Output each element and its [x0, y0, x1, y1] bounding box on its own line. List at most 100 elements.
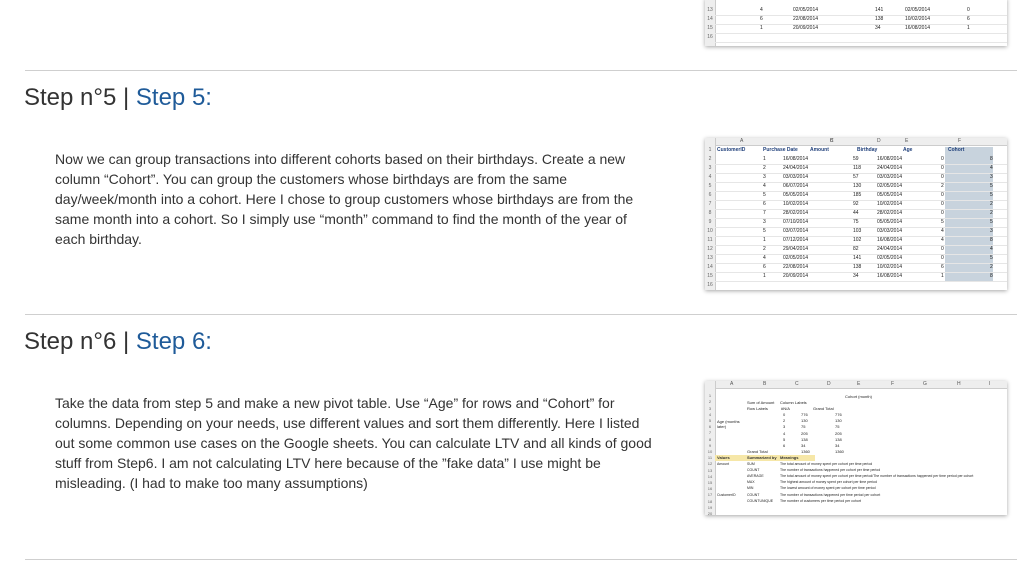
cell: 02/05/2014 — [877, 183, 903, 189]
row-number: 4 — [708, 174, 712, 180]
values-header: Values — [717, 455, 730, 461]
cell: 59 — [853, 156, 859, 162]
cell: 22/08/2014 — [783, 264, 809, 270]
cohort-label: Cohort (month) — [845, 394, 872, 399]
cell: 102 — [853, 237, 862, 243]
meaning-text: The total amount of money spent per coho… — [780, 461, 873, 466]
column-letter: F — [958, 138, 962, 144]
cell: 1 — [967, 25, 970, 31]
row-number: 10 — [707, 449, 713, 454]
sum-label: Sum of Amount — [747, 400, 775, 405]
top-sheet-grid: 13 4 02/05/2014 141 02/05/2014 0 14 6 22/08/2014… — [705, 0, 1007, 46]
header-cell: CustomerID — [717, 147, 746, 153]
cell: 185 — [853, 192, 862, 198]
cell: 05/05/2014 — [877, 192, 903, 198]
cell: 20/09/2014 — [783, 273, 809, 279]
cell: 16/08/2014 — [877, 156, 903, 162]
row-number: 10 — [707, 228, 713, 234]
step6-title-link[interactable]: Step 6: — [136, 328, 212, 355]
step6-sheet-image: A B C D E F G H I 1 2 3 4 5 6 7 8 9 10 11 12 13 14 15 16 17 18 19 20… — [705, 381, 1007, 515]
cell: 4 — [941, 228, 944, 234]
cell: 06/07/2014 — [783, 183, 809, 189]
summarize-function: COUNTUNIQUE — [747, 498, 774, 503]
step5-title-link[interactable]: Step 5: — [136, 84, 212, 111]
pivot-row-label: 0 — [783, 412, 786, 417]
row-number: 3 — [708, 405, 712, 411]
cell: 10/02/2014 — [905, 16, 931, 22]
step5-prefix: Step n°5 | — [24, 84, 136, 111]
pivot-row-label: 4 — [783, 430, 786, 436]
cell: 16/08/2014 — [905, 25, 931, 31]
customer-label: CustomerID — [717, 492, 736, 497]
cell: 7 — [763, 210, 766, 216]
grid-line — [715, 200, 1007, 201]
cell: 34 — [875, 25, 881, 31]
cell: 2 — [990, 264, 993, 270]
row-number: 1 — [708, 147, 712, 153]
row-number: 13 — [707, 467, 713, 473]
row-number: 5 — [708, 418, 712, 423]
meaning-text: The number of transactions happened per … — [780, 467, 881, 472]
column-labels: Column Labels — [780, 400, 807, 405]
cell: 16/08/2014 — [877, 237, 903, 243]
column-letter: E — [905, 138, 909, 144]
meaning-text: The total amount of money spent per coho… — [780, 474, 974, 478]
cell: 20/09/2014 — [793, 25, 819, 31]
pivot-total: 75 — [835, 424, 840, 430]
cell: 3 — [763, 219, 766, 225]
cell: 2 — [990, 210, 993, 216]
row-number: 15 — [707, 480, 713, 485]
cell: 0 — [941, 255, 944, 261]
cell: 92 — [853, 201, 859, 207]
cell: 82 — [853, 246, 859, 252]
grand-total-header: Grand Total — [813, 406, 834, 411]
cell: 103 — [853, 228, 862, 234]
summarized-header: Summarized by — [747, 455, 777, 461]
row-number: 16 — [707, 282, 713, 288]
cell: 07/12/2014 — [783, 237, 809, 243]
cell: 141 — [875, 7, 884, 13]
cell: 24/04/2014 — [877, 165, 903, 171]
column-letter: D — [877, 138, 881, 144]
divider — [25, 559, 1017, 560]
meanings-header: Meanings — [780, 455, 799, 461]
column-letter: D — [827, 381, 831, 387]
cell: 5 — [941, 219, 944, 225]
cell: 10/02/2014 — [783, 201, 809, 207]
summarize-function: SUM — [747, 461, 755, 466]
cell: 75 — [853, 219, 859, 225]
cell: 02/05/2014 — [793, 7, 819, 13]
cell: 2 — [763, 246, 766, 252]
pivot-row-label: 2 — [783, 418, 786, 424]
step6-text: Take the data from step 5 and make a new… — [55, 395, 652, 491]
grid-line — [715, 218, 1007, 219]
cell: 07/10/2014 — [783, 219, 809, 225]
header-cell: Amount — [810, 147, 829, 153]
cell: 130 — [853, 183, 862, 189]
row-number: 15 — [707, 273, 713, 279]
cell: 34 — [853, 273, 859, 279]
age-label: Age (months later) — [717, 419, 740, 429]
row-number: 19 — [707, 504, 713, 510]
pivot-value: 75 — [801, 424, 806, 430]
cell: 0 — [967, 7, 970, 13]
cell: 10/02/2014 — [877, 201, 903, 207]
column-letter: B — [763, 381, 767, 387]
step6-prefix: Step n°6 | — [24, 328, 136, 355]
cell: 03/03/2014 — [783, 174, 809, 180]
row-number: 7 — [708, 201, 712, 207]
cell: 02/05/2014 — [783, 255, 809, 261]
cell: 28/02/2014 — [783, 210, 809, 216]
step5-sheet-image: A B C D E F 1 CustomerID Purchase Date Amount Birt… — [705, 138, 1007, 290]
grid-line — [715, 209, 1007, 210]
pivot-total: 776 — [835, 412, 842, 417]
row-number: 3 — [708, 165, 712, 171]
step5-heading: Step n°5 | Step 5: — [24, 84, 212, 112]
cell: 1 — [763, 237, 766, 243]
step5-text: Now we can group transactions into diffe… — [55, 151, 634, 247]
cell: 6 — [967, 16, 970, 22]
row-number: 6 — [708, 192, 712, 198]
grid-line — [715, 173, 1007, 174]
divider — [25, 70, 1017, 71]
cell: 03/03/2014 — [877, 174, 903, 180]
